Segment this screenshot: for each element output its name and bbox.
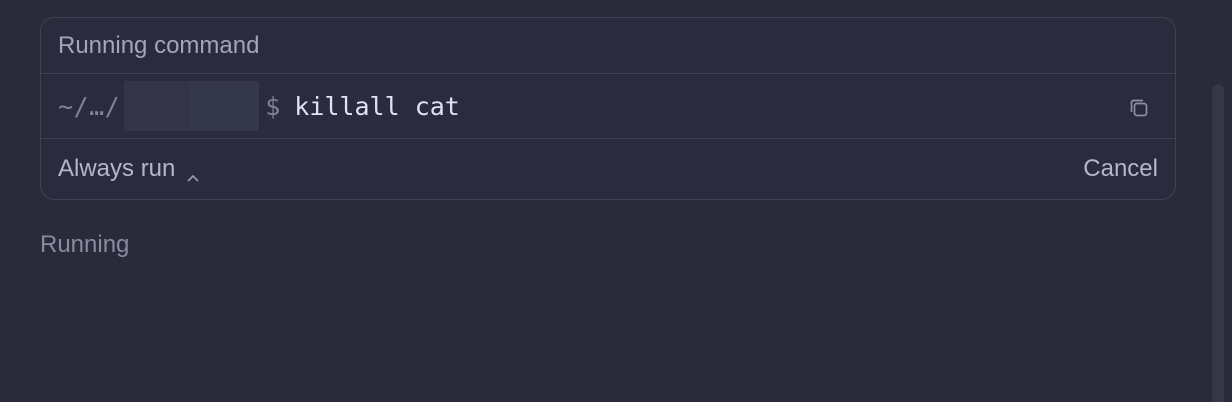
prompt-symbol: $ [265,91,281,121]
terminal-panel: Running command ~/…/ $ killall cat Alway… [0,0,1232,402]
command-row: ~/…/ $ killall cat [41,74,1175,139]
command-card: Running command ~/…/ $ killall cat Alway… [40,17,1176,200]
working-directory: ~/…/ [58,91,121,121]
card-title: Running command [58,31,260,59]
command-text: killall cat [294,91,460,121]
always-run-dropdown[interactable]: Always run [58,155,200,183]
cancel-button[interactable]: Cancel [1083,155,1158,183]
scrollbar[interactable] [1212,84,1224,402]
redacted-path [124,81,260,131]
card-footer: Always run Cancel [41,139,1175,199]
copy-icon[interactable] [1127,96,1151,120]
chevron-up-icon [186,163,200,182]
status-text: Running [40,231,130,258]
card-header: Running command [41,18,1175,74]
always-run-label: Always run [58,155,176,182]
